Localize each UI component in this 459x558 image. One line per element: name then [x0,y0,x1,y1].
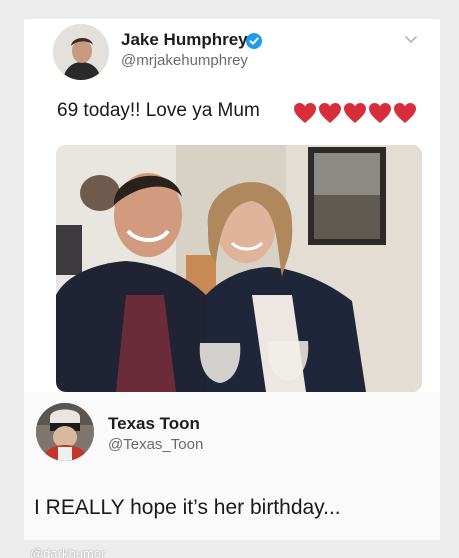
tweet-photo[interactable] [56,145,422,392]
avatar[interactable] [36,403,94,461]
heart-icon [369,103,391,123]
heart-icon [344,103,366,123]
author-name[interactable]: Jake Humphrey [121,30,248,50]
photo-image [56,145,422,392]
avatar-jake-image [53,24,109,80]
heart-icon [294,103,316,123]
watermark: @darkhumor [30,546,106,558]
reply-text: I REALLY hope it’s her birthday... [34,496,341,519]
verified-icon [246,33,262,49]
tweet-text: 69 today!! Love ya Mum [57,100,260,121]
avatar-texas-image [36,403,94,461]
reply-author-handle[interactable]: @Texas_Toon [108,436,203,453]
heart-icon [319,103,341,123]
heart-icon [394,103,416,123]
reply-author-name[interactable]: Texas Toon [108,414,200,434]
avatar[interactable] [53,24,109,80]
screenshot: Jake Humphrey @mrjakehumphrey 69 today!!… [0,0,459,558]
chevron-down-icon[interactable] [404,35,418,45]
heart-emojis [293,102,417,124]
author-handle[interactable]: @mrjakehumphrey [121,52,248,69]
